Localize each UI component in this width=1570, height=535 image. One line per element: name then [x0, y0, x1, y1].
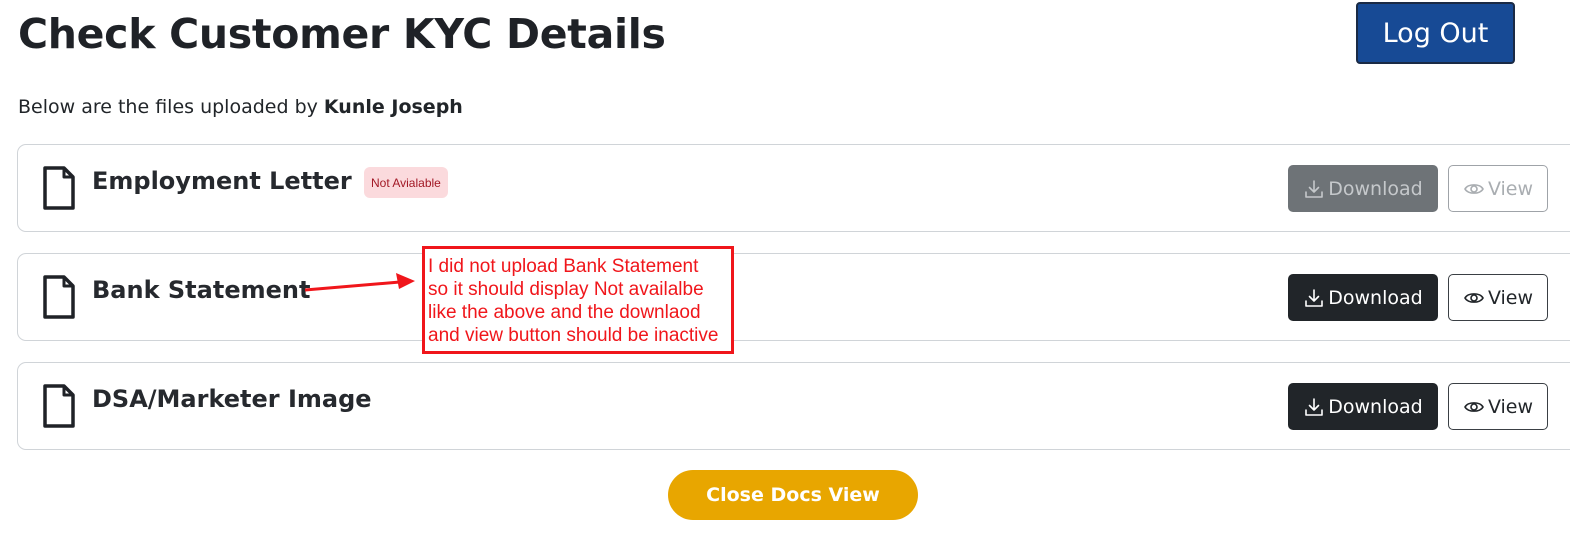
- file-icon: [43, 275, 75, 319]
- download-icon: [1305, 179, 1324, 198]
- document-title: Employment Letter: [92, 167, 352, 195]
- eye-icon: [1464, 292, 1484, 303]
- download-button[interactable]: Download: [1288, 383, 1438, 430]
- annotation-line: and view button should be inactive: [428, 325, 719, 346]
- view-label: View: [1487, 286, 1534, 309]
- download-icon: [1305, 397, 1324, 416]
- download-label: Download: [1328, 395, 1423, 418]
- view-button[interactable]: View: [1448, 274, 1548, 321]
- annotation-line: like the above and the downlaod: [428, 302, 701, 323]
- eye-icon: [1464, 401, 1484, 412]
- logout-button[interactable]: Log Out: [1356, 2, 1515, 64]
- download-icon: [1305, 288, 1324, 307]
- intro-text: Below are the files uploaded by Kunle Jo…: [18, 96, 463, 118]
- download-button[interactable]: Download: [1288, 274, 1438, 321]
- view-label: View: [1487, 395, 1534, 418]
- close-docs-view-button[interactable]: Close Docs View: [668, 470, 918, 520]
- document-title: DSA/Marketer Image: [92, 385, 372, 413]
- view-label: View: [1487, 177, 1534, 200]
- view-button[interactable]: View: [1448, 383, 1548, 430]
- download-label: Download: [1328, 177, 1423, 200]
- document-card-bank-statement: Bank Statement Download View: [17, 253, 1570, 341]
- document-card-dsa-marketer-image: DSA/Marketer Image Download View: [17, 362, 1570, 450]
- file-icon: [43, 166, 75, 210]
- document-title: Bank Statement: [92, 276, 311, 304]
- file-icon: [43, 384, 75, 428]
- eye-icon: [1464, 183, 1484, 194]
- annotation-box: I did not upload Bank Statement so it sh…: [422, 246, 734, 354]
- document-card-employment-letter: Employment Letter Not Avialable Download…: [17, 144, 1570, 232]
- intro-label: Below are the files uploaded by: [18, 96, 324, 118]
- download-label: Download: [1328, 286, 1423, 309]
- download-button[interactable]: Download: [1288, 165, 1438, 212]
- annotation-line: so it should display Not availalbe: [428, 279, 704, 300]
- view-button[interactable]: View: [1448, 165, 1548, 212]
- annotation-line: I did not upload Bank Statement: [428, 256, 699, 277]
- customer-name: Kunle Joseph: [323, 96, 463, 118]
- status-badge: Not Avialable: [364, 167, 448, 198]
- annotation-arrow-icon: [304, 273, 415, 292]
- page-title: Check Customer KYC Details: [18, 10, 666, 58]
